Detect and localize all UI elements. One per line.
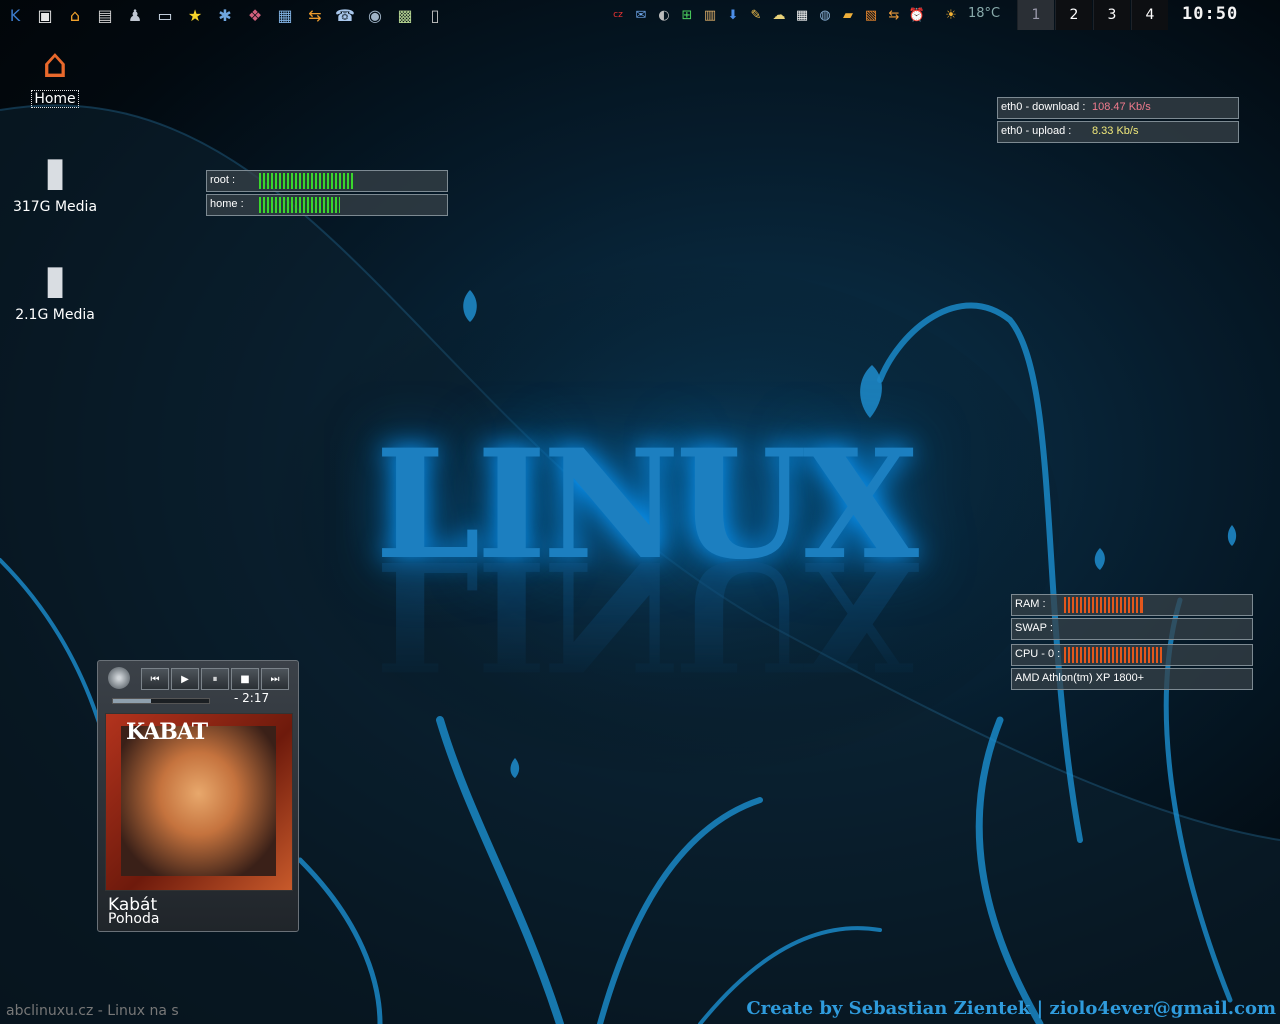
clipboard-icon[interactable]: ▦: [793, 6, 811, 24]
album-cover-image: [121, 726, 276, 876]
disk-meter-label: root :: [210, 174, 236, 186]
terminal-icon[interactable]: ▭: [154, 4, 176, 26]
chat-icon[interactable]: ☁: [770, 6, 788, 24]
player-time: - 2:17: [234, 691, 270, 705]
kde-menu-icon[interactable]: K: [4, 4, 26, 26]
disk-meter-root: root :: [206, 170, 448, 192]
show-desktop-icon[interactable]: ▣: [34, 4, 56, 26]
desktop-icon-label: Home: [31, 90, 79, 108]
video-player-icon[interactable]: ▦: [274, 4, 296, 26]
download-arrow-icon[interactable]: ⬇: [724, 6, 742, 24]
bookmarks-star-icon[interactable]: ★: [184, 4, 206, 26]
ram-label: RAM :: [1015, 598, 1046, 610]
play-button[interactable]: ▶: [171, 668, 199, 690]
gamepad-icon[interactable]: ♟: [124, 4, 146, 26]
swap-meter: SWAP :: [1011, 618, 1253, 640]
player-progress-bar[interactable]: [112, 698, 210, 704]
email-icon[interactable]: ✉: [632, 6, 650, 24]
image-viewer-icon[interactable]: ▩: [394, 4, 416, 26]
disk-usage-bar: [259, 197, 340, 213]
globe-icon[interactable]: ◍: [816, 6, 834, 24]
messenger-icon[interactable]: ☎: [334, 4, 356, 26]
usb-drive-icon: ▮: [43, 257, 66, 303]
network-tool-icon[interactable]: ✱: [214, 4, 236, 26]
download-manager-icon[interactable]: ⇆: [304, 4, 326, 26]
pager-desktop-4[interactable]: 4: [1131, 0, 1168, 30]
package-manager-icon[interactable]: ▥: [701, 6, 719, 24]
weather-temperature[interactable]: 18°C: [968, 6, 1000, 21]
desktop-icon-label: 317G Media: [12, 199, 98, 215]
alarm-clock-icon[interactable]: ⏰: [908, 6, 926, 24]
top-panel: K ▣ ⌂ ▤ ♟ ▭ ★ ✱ ❖ ▦ ⇆ ☎ ◉ ▩ ▯ cz ✉ ◐ ⊞ ▥ ⬇ ✎ ☁ ▦ ◍ ▰ ▧ ⇆ ⏰ ☀ 18°C 12…: [0, 0, 1280, 30]
cpu-meter: CPU - 0 :: [1011, 644, 1253, 666]
folder-icon[interactable]: ▰: [839, 6, 857, 24]
pager-desktop-1[interactable]: 1: [1017, 0, 1054, 30]
keyboard-layout-cz-icon[interactable]: cz: [609, 6, 627, 24]
linux-logo-reflection: LINUX: [375, 527, 915, 703]
net-meter-download: eth0 - download : 108.47 Kb/s: [997, 97, 1239, 119]
ram-meter: RAM :: [1011, 594, 1253, 616]
cpu-model-label: AMD Athlon(tm) XP 1800+: [1015, 672, 1145, 684]
cpu-model-box: AMD Athlon(tm) XP 1800+: [1011, 668, 1253, 690]
player-track-title: Pohoda: [108, 911, 160, 927]
transfer-icon[interactable]: ⇆: [885, 6, 903, 24]
net-meter-upload: eth0 - upload : 8.33 Kb/s: [997, 121, 1239, 143]
usb-drive-mounted-icon: ▮: [43, 149, 66, 195]
net-download-rate: 108.47 Kb/s: [1092, 101, 1151, 113]
home-icon: ⌂: [42, 41, 68, 87]
disk-meter-label: home :: [210, 198, 244, 210]
player-disc-icon[interactable]: [108, 667, 130, 689]
next-button[interactable]: ⏭: [261, 668, 289, 690]
archiver-icon[interactable]: ❖: [244, 4, 266, 26]
desktop-icon-item[interactable]: ▮ 317G Media: [5, 148, 105, 215]
album-cover: KABAT: [105, 713, 293, 891]
pager-desktop-2[interactable]: 2: [1055, 0, 1092, 30]
desktop-icon-item[interactable]: ▮ 2.1G Media: [5, 256, 105, 323]
disk-icon[interactable]: ◐: [655, 6, 673, 24]
wallpaper-credit: Create by Sebastian Zientek | ziolo4ever…: [746, 998, 1276, 1019]
net-upload-rate: 8.33 Kb/s: [1092, 125, 1139, 137]
disk-usage-bar: [259, 173, 353, 189]
disk-meter-home: home :: [206, 194, 448, 216]
swap-label: SWAP :: [1015, 622, 1053, 634]
pause-button[interactable]: ⏸: [201, 668, 229, 690]
wallet-icon[interactable]: ▧: [862, 6, 880, 24]
ram-usage-bar: [1064, 597, 1143, 613]
player-progress-fill: [113, 699, 152, 703]
desktop-icon-label: 2.1G Media: [15, 307, 95, 323]
weather-sun-icon[interactable]: ☀: [942, 6, 960, 24]
desktop-icon-item[interactable]: ⌂ Home: [5, 40, 105, 108]
net-meter-label: eth0 - upload :: [1001, 125, 1072, 137]
cpu-usage-bar: [1064, 647, 1162, 663]
network-status-icon[interactable]: ⊞: [678, 6, 696, 24]
printer-icon[interactable]: ▤: [94, 4, 116, 26]
stop-button[interactable]: ■: [231, 668, 259, 690]
disc-burner-icon[interactable]: ◉: [364, 4, 386, 26]
cpu-label: CPU - 0 :: [1015, 648, 1061, 660]
trash-icon[interactable]: ▯: [424, 4, 446, 26]
album-cover-band-logo: KABAT: [126, 719, 208, 745]
pager-desktop-3[interactable]: 3: [1093, 0, 1130, 30]
taskbar-window-entry[interactable]: abclinuxu.cz - Linux na s: [6, 1003, 179, 1019]
clock[interactable]: 10:50: [1182, 4, 1238, 24]
net-meter-label: eth0 - download :: [1001, 101, 1086, 113]
media-player-widget[interactable]: ⏮ ▶ ⏸ ■ ⏭ - 2:17 KABAT Kabát Pohoda: [97, 660, 299, 932]
previous-button[interactable]: ⏮: [141, 668, 169, 690]
home-folder-icon[interactable]: ⌂: [64, 4, 86, 26]
notes-icon[interactable]: ✎: [747, 6, 765, 24]
